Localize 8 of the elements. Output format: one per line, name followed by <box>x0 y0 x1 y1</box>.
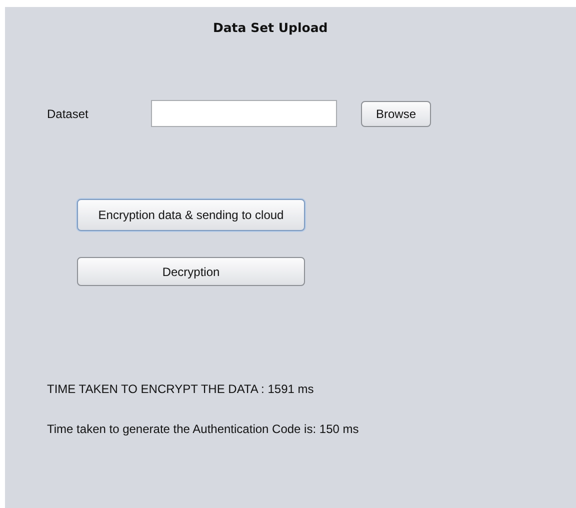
result-text: Time taken to generate the Authentication Code is: 150 ms <box>47 422 360 436</box>
dataset-field[interactable] <box>151 100 337 127</box>
browse-button[interactable]: Browse <box>361 100 431 126</box>
encrypt-button[interactable]: Encryption data & sending to cloud <box>77 199 305 231</box>
result-text: TIME TAKEN TO ENCRYPT THE DATA : 1591 ms <box>47 382 315 396</box>
decrypt-button[interactable]: Decryption <box>77 257 305 286</box>
panel-title: Data Set Upload <box>213 20 328 35</box>
dataset-label: Dataset <box>47 106 90 120</box>
